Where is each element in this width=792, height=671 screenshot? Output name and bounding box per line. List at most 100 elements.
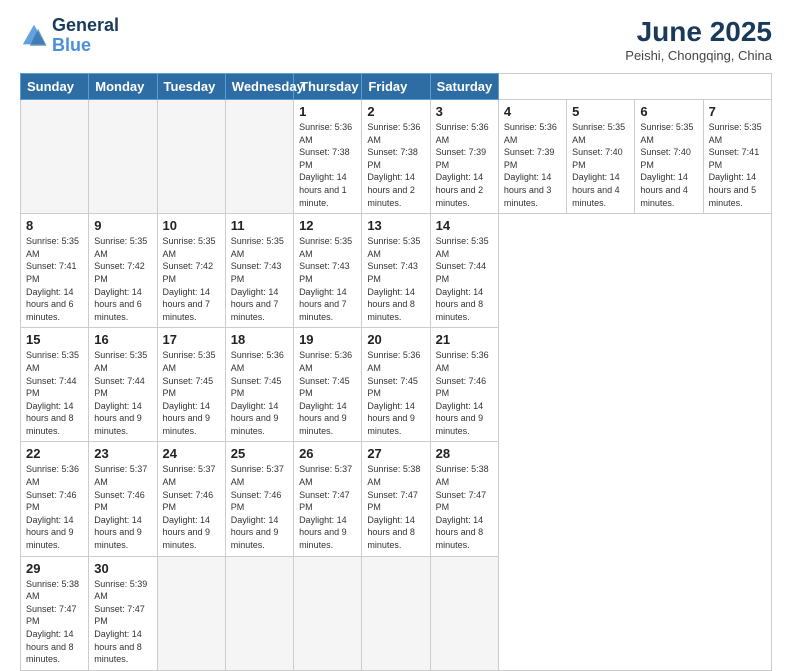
day-number: 20 [367,332,424,347]
day-info: Sunrise: 5:35 AM Sunset: 7:41 PM Dayligh… [26,235,83,323]
col-tuesday: Tuesday [157,74,225,100]
table-row [362,556,430,670]
day-number: 30 [94,561,151,576]
logo: General Blue [20,16,119,56]
day-info: Sunrise: 5:35 AM Sunset: 7:42 PM Dayligh… [163,235,220,323]
table-row: 12 Sunrise: 5:35 AM Sunset: 7:43 PM Dayl… [294,214,362,328]
table-row: 11 Sunrise: 5:35 AM Sunset: 7:43 PM Dayl… [225,214,293,328]
day-number: 24 [163,446,220,461]
col-friday: Friday [362,74,430,100]
day-info: Sunrise: 5:35 AM Sunset: 7:41 PM Dayligh… [709,121,766,209]
calendar-week-row: 8 Sunrise: 5:35 AM Sunset: 7:41 PM Dayli… [21,214,772,328]
day-number: 6 [640,104,697,119]
table-row: 24 Sunrise: 5:37 AM Sunset: 7:46 PM Dayl… [157,442,225,556]
calendar-week-row: 1 Sunrise: 5:36 AM Sunset: 7:38 PM Dayli… [21,100,772,214]
table-row: 9 Sunrise: 5:35 AM Sunset: 7:42 PM Dayli… [89,214,157,328]
table-row: 27 Sunrise: 5:38 AM Sunset: 7:47 PM Dayl… [362,442,430,556]
main-title: June 2025 [625,16,772,48]
day-number: 1 [299,104,356,119]
table-row: 17 Sunrise: 5:35 AM Sunset: 7:45 PM Dayl… [157,328,225,442]
day-info: Sunrise: 5:36 AM Sunset: 7:45 PM Dayligh… [299,349,356,437]
table-row: 26 Sunrise: 5:37 AM Sunset: 7:47 PM Dayl… [294,442,362,556]
table-row: 21 Sunrise: 5:36 AM Sunset: 7:46 PM Dayl… [430,328,498,442]
day-info: Sunrise: 5:38 AM Sunset: 7:47 PM Dayligh… [26,578,83,666]
day-info: Sunrise: 5:35 AM Sunset: 7:45 PM Dayligh… [163,349,220,437]
col-thursday: Thursday [294,74,362,100]
calendar-week-row: 15 Sunrise: 5:35 AM Sunset: 7:44 PM Dayl… [21,328,772,442]
day-number: 14 [436,218,493,233]
day-info: Sunrise: 5:39 AM Sunset: 7:47 PM Dayligh… [94,578,151,666]
day-info: Sunrise: 5:36 AM Sunset: 7:45 PM Dayligh… [231,349,288,437]
table-row: 3 Sunrise: 5:36 AM Sunset: 7:39 PM Dayli… [430,100,498,214]
table-row: 8 Sunrise: 5:35 AM Sunset: 7:41 PM Dayli… [21,214,89,328]
logo-text: General Blue [52,16,119,56]
table-row: 25 Sunrise: 5:37 AM Sunset: 7:46 PM Dayl… [225,442,293,556]
table-row: 2 Sunrise: 5:36 AM Sunset: 7:38 PM Dayli… [362,100,430,214]
day-number: 21 [436,332,493,347]
day-number: 8 [26,218,83,233]
calendar-header-row: Sunday Monday Tuesday Wednesday Thursday… [21,74,772,100]
table-row: 10 Sunrise: 5:35 AM Sunset: 7:42 PM Dayl… [157,214,225,328]
table-row: 4 Sunrise: 5:36 AM Sunset: 7:39 PM Dayli… [498,100,566,214]
day-info: Sunrise: 5:36 AM Sunset: 7:46 PM Dayligh… [436,349,493,437]
day-number: 17 [163,332,220,347]
day-info: Sunrise: 5:37 AM Sunset: 7:46 PM Dayligh… [94,463,151,551]
day-number: 12 [299,218,356,233]
table-row: 6 Sunrise: 5:35 AM Sunset: 7:40 PM Dayli… [635,100,703,214]
table-row: 18 Sunrise: 5:36 AM Sunset: 7:45 PM Dayl… [225,328,293,442]
table-row: 28 Sunrise: 5:38 AM Sunset: 7:47 PM Dayl… [430,442,498,556]
day-info: Sunrise: 5:35 AM Sunset: 7:44 PM Dayligh… [26,349,83,437]
day-info: Sunrise: 5:35 AM Sunset: 7:43 PM Dayligh… [299,235,356,323]
table-row [225,100,293,214]
day-info: Sunrise: 5:36 AM Sunset: 7:39 PM Dayligh… [504,121,561,209]
day-number: 2 [367,104,424,119]
table-row: 29 Sunrise: 5:38 AM Sunset: 7:47 PM Dayl… [21,556,89,670]
day-number: 16 [94,332,151,347]
table-row: 7 Sunrise: 5:35 AM Sunset: 7:41 PM Dayli… [703,100,771,214]
day-info: Sunrise: 5:35 AM Sunset: 7:40 PM Dayligh… [572,121,629,209]
day-info: Sunrise: 5:37 AM Sunset: 7:46 PM Dayligh… [231,463,288,551]
day-info: Sunrise: 5:36 AM Sunset: 7:38 PM Dayligh… [367,121,424,209]
table-row: 20 Sunrise: 5:36 AM Sunset: 7:45 PM Dayl… [362,328,430,442]
calendar-table: Sunday Monday Tuesday Wednesday Thursday… [20,73,772,671]
day-number: 13 [367,218,424,233]
table-row: 13 Sunrise: 5:35 AM Sunset: 7:43 PM Dayl… [362,214,430,328]
day-number: 4 [504,104,561,119]
day-number: 9 [94,218,151,233]
day-info: Sunrise: 5:36 AM Sunset: 7:39 PM Dayligh… [436,121,493,209]
table-row [225,556,293,670]
day-number: 10 [163,218,220,233]
day-number: 27 [367,446,424,461]
table-row [430,556,498,670]
col-wednesday: Wednesday [225,74,293,100]
logo-icon [20,22,48,50]
day-info: Sunrise: 5:35 AM Sunset: 7:40 PM Dayligh… [640,121,697,209]
day-number: 15 [26,332,83,347]
table-row [89,100,157,214]
day-number: 3 [436,104,493,119]
day-number: 22 [26,446,83,461]
table-row [157,100,225,214]
page: General Blue June 2025 Peishi, Chongqing… [0,0,792,612]
table-row: 30 Sunrise: 5:39 AM Sunset: 7:47 PM Dayl… [89,556,157,670]
day-number: 18 [231,332,288,347]
day-number: 28 [436,446,493,461]
table-row [21,100,89,214]
day-info: Sunrise: 5:37 AM Sunset: 7:46 PM Dayligh… [163,463,220,551]
day-number: 29 [26,561,83,576]
table-row: 22 Sunrise: 5:36 AM Sunset: 7:46 PM Dayl… [21,442,89,556]
day-info: Sunrise: 5:38 AM Sunset: 7:47 PM Dayligh… [367,463,424,551]
header: General Blue June 2025 Peishi, Chongqing… [20,16,772,63]
day-number: 11 [231,218,288,233]
title-area: June 2025 Peishi, Chongqing, China [625,16,772,63]
day-info: Sunrise: 5:37 AM Sunset: 7:47 PM Dayligh… [299,463,356,551]
table-row: 5 Sunrise: 5:35 AM Sunset: 7:40 PM Dayli… [567,100,635,214]
day-info: Sunrise: 5:36 AM Sunset: 7:45 PM Dayligh… [367,349,424,437]
calendar-week-row: 29 Sunrise: 5:38 AM Sunset: 7:47 PM Dayl… [21,556,772,670]
col-monday: Monday [89,74,157,100]
table-row: 16 Sunrise: 5:35 AM Sunset: 7:44 PM Dayl… [89,328,157,442]
day-number: 5 [572,104,629,119]
day-number: 19 [299,332,356,347]
day-info: Sunrise: 5:36 AM Sunset: 7:46 PM Dayligh… [26,463,83,551]
day-info: Sunrise: 5:35 AM Sunset: 7:43 PM Dayligh… [367,235,424,323]
